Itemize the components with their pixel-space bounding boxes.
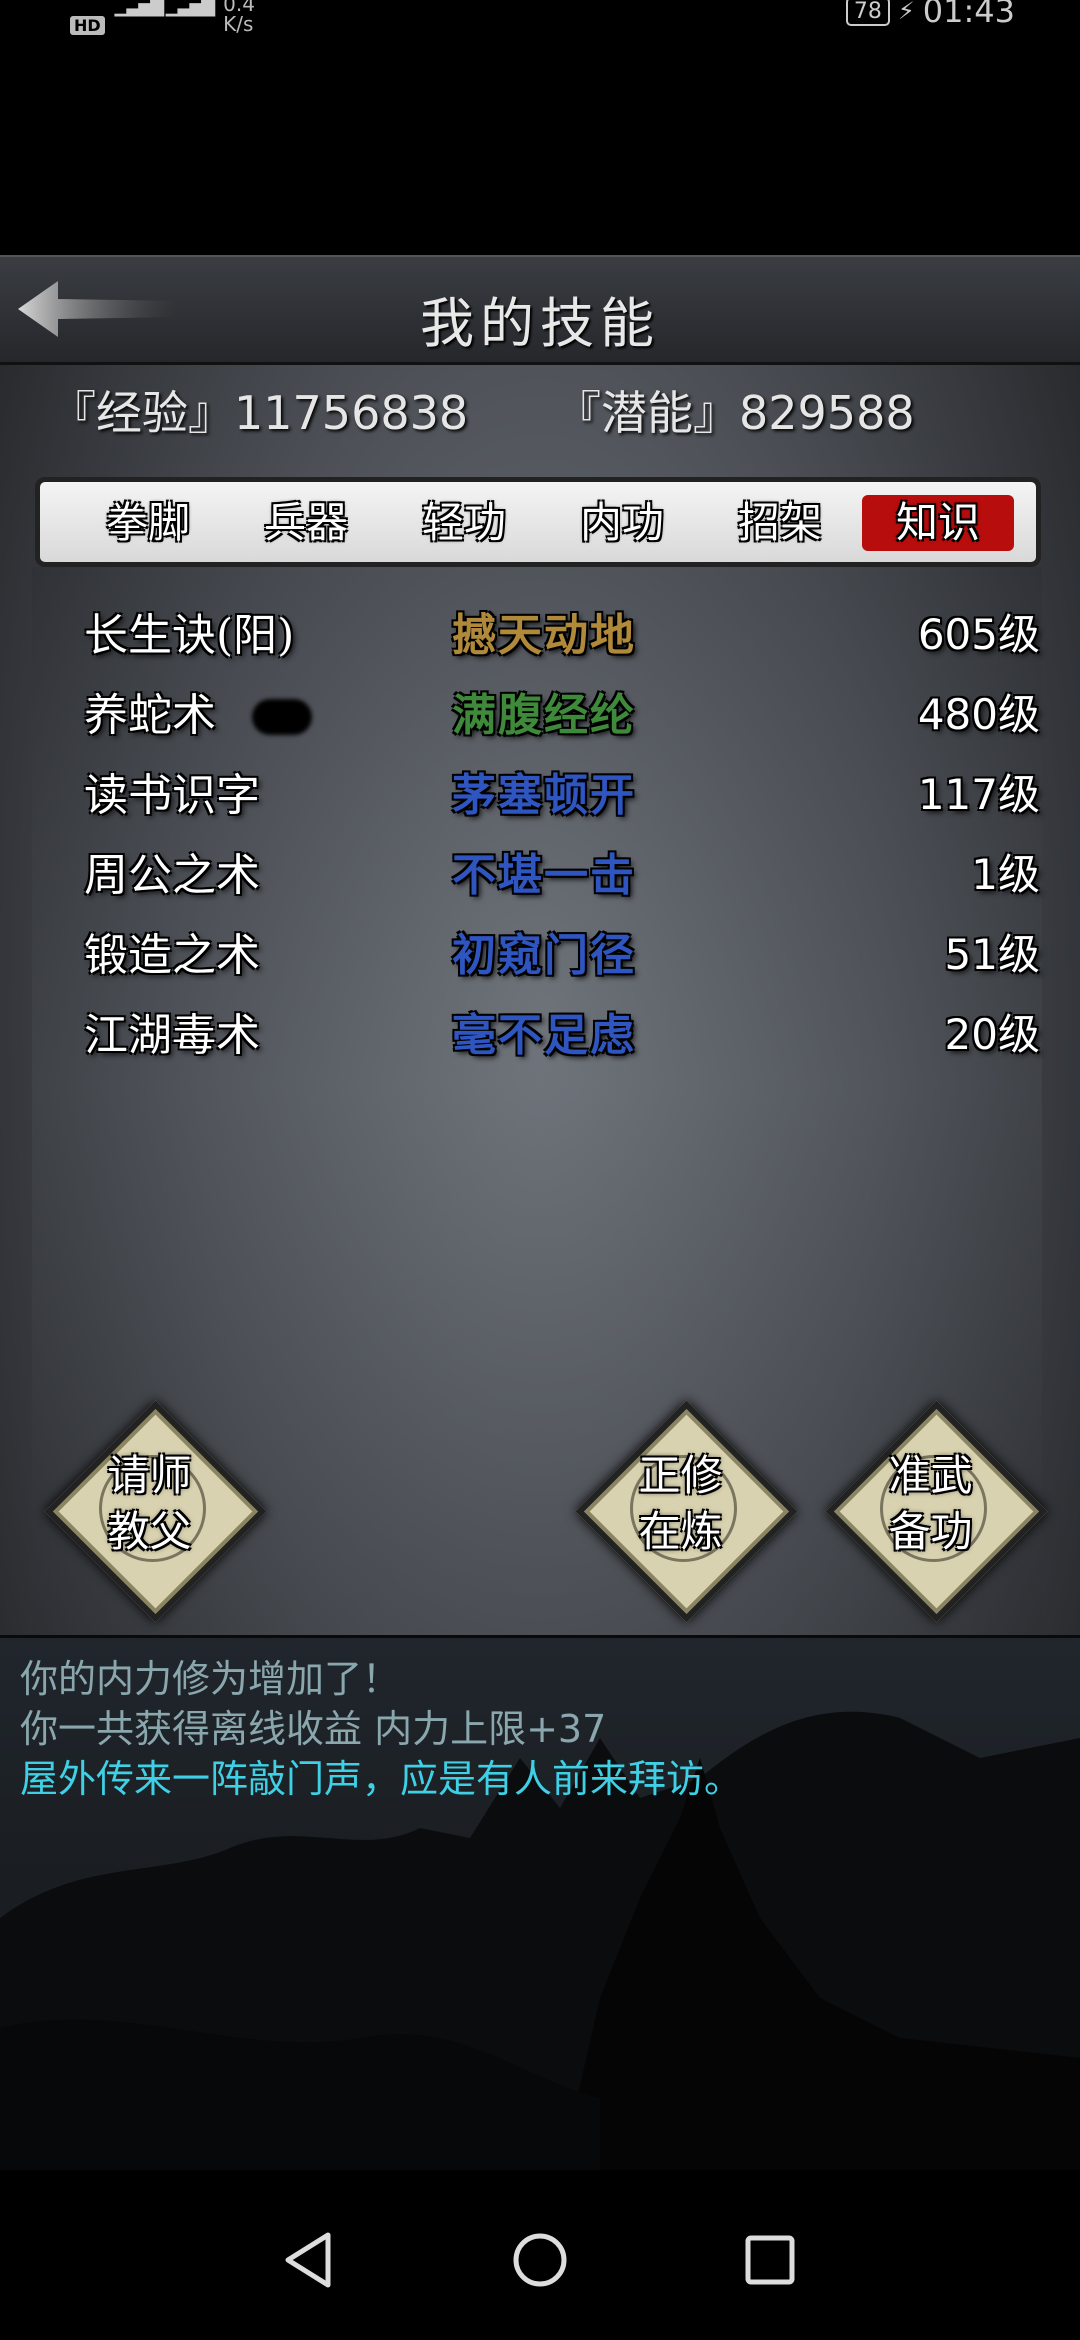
skill-grade: 茅塞顿开 xyxy=(452,770,636,821)
skill-level: 605级 xyxy=(917,610,1040,659)
nav-recent-button[interactable] xyxy=(730,2225,810,2295)
skill-level: 20级 xyxy=(944,1010,1040,1059)
button-label-line2: 在炼 xyxy=(638,1507,723,1556)
log-line: 你一共获得离线收益 内力上限+37 xyxy=(20,1707,607,1751)
button-label-line1: 正修 xyxy=(638,1451,723,1500)
nav-home-button[interactable] xyxy=(500,2225,580,2295)
skill-name: 江湖毒术 xyxy=(84,1010,260,1061)
skill-row[interactable]: 长生诀(阳) 撼天动地 605级 xyxy=(32,595,1042,675)
skill-grade: 满腹经纶 xyxy=(452,690,636,741)
tab-weapon[interactable]: 兵器 xyxy=(230,495,382,551)
skill-grade: 不堪一击 xyxy=(452,850,636,901)
skill-name: 读书识字 xyxy=(84,770,260,821)
hd-badge: HD xyxy=(70,16,105,35)
training-button[interactable]: 正修 在炼 xyxy=(575,1400,798,1623)
circle-home-icon xyxy=(513,2233,567,2287)
tab-lightness[interactable]: 轻功 xyxy=(388,495,540,551)
battery-icon: 78 xyxy=(845,0,890,26)
navigation-bar xyxy=(0,2170,1080,2340)
skill-level: 480级 xyxy=(917,690,1040,739)
skill-tabs: 拳脚 兵器 轻功 内功 招架 知识 xyxy=(35,477,1041,567)
skill-name: 锻造之术 xyxy=(84,930,260,981)
charging-icon: ⚡ xyxy=(897,0,915,25)
status-bar: HD ▁▃▅▇ ▁▃▅▇ 0.4 K/s 78 ⚡ 01:43 xyxy=(0,0,1080,40)
prepare-skill-button[interactable]: 准武 备功 xyxy=(825,1400,1048,1623)
skill-level: 117级 xyxy=(917,770,1040,819)
skill-row[interactable]: 江湖毒术 毫不足虑 20级 xyxy=(32,995,1042,1075)
page-title: 我的技能 xyxy=(420,292,660,355)
ask-teacher-button[interactable]: 请师 教父 xyxy=(44,1400,267,1623)
experience-stat: 『经验』11756838 xyxy=(50,386,469,440)
signal-icon: ▁▃▅▇ ▁▃▅▇ xyxy=(114,0,215,17)
log-line: 你的内力修为增加了！ xyxy=(20,1657,401,1701)
tab-parry[interactable]: 招架 xyxy=(704,495,856,551)
skill-row[interactable]: 读书识字 茅塞顿开 117级 xyxy=(32,755,1042,835)
skill-name: 周公之术 xyxy=(84,850,260,901)
skill-grade: 初窥门径 xyxy=(452,930,636,981)
skill-row[interactable]: 锻造之术 初窥门径 51级 xyxy=(32,915,1042,995)
tab-inner-power[interactable]: 内功 xyxy=(546,495,698,551)
skill-level: 51级 xyxy=(944,930,1040,979)
skill-name: 长生诀(阳) xyxy=(84,610,295,661)
clock: 01:43 xyxy=(922,0,1015,30)
skill-grade: 毫不足虑 xyxy=(452,1010,636,1061)
message-log: 你的内力修为增加了！ 你一共获得离线收益 内力上限+37 屋外传来一阵敲门声，应… xyxy=(0,1635,1080,2173)
button-label-line2: 备功 xyxy=(888,1507,973,1556)
status-right: 78 ⚡ 01:43 xyxy=(845,0,1015,30)
skill-row[interactable]: 周公之术 不堪一击 1级 xyxy=(32,835,1042,915)
triangle-back-icon xyxy=(285,2232,331,2288)
skill-name: 养蛇术 xyxy=(84,690,216,741)
game-screen: 我的技能 『经验』11756838 『潜能』829588 拳脚 兵器 轻功 内功… xyxy=(0,255,1080,2173)
net-speed-unit: K/s xyxy=(223,12,254,36)
net-speed: 0.4 K/s xyxy=(223,0,255,36)
button-label-line1: 请师 xyxy=(107,1451,192,1500)
skill-grade: 撼天动地 xyxy=(452,610,636,661)
header-bar: 我的技能 xyxy=(0,255,1080,365)
square-recent-icon xyxy=(745,2235,795,2285)
ink-blot xyxy=(252,699,312,735)
skill-level: 1级 xyxy=(971,850,1040,899)
skill-row[interactable]: 养蛇术 满腹经纶 480级 xyxy=(32,675,1042,755)
nav-back-button[interactable] xyxy=(268,2225,348,2295)
tab-knowledge[interactable]: 知识 xyxy=(862,495,1014,551)
status-left: HD ▁▃▅▇ ▁▃▅▇ 0.4 K/s xyxy=(70,0,255,35)
button-label-line1: 准武 xyxy=(888,1451,973,1500)
tab-fist[interactable]: 拳脚 xyxy=(72,495,224,551)
potential-stat: 『潜能』829588 xyxy=(555,386,915,440)
log-line: 屋外传来一阵敲门声，应是有人前来拜访。 xyxy=(20,1757,743,1801)
button-label-line2: 教父 xyxy=(107,1507,192,1556)
